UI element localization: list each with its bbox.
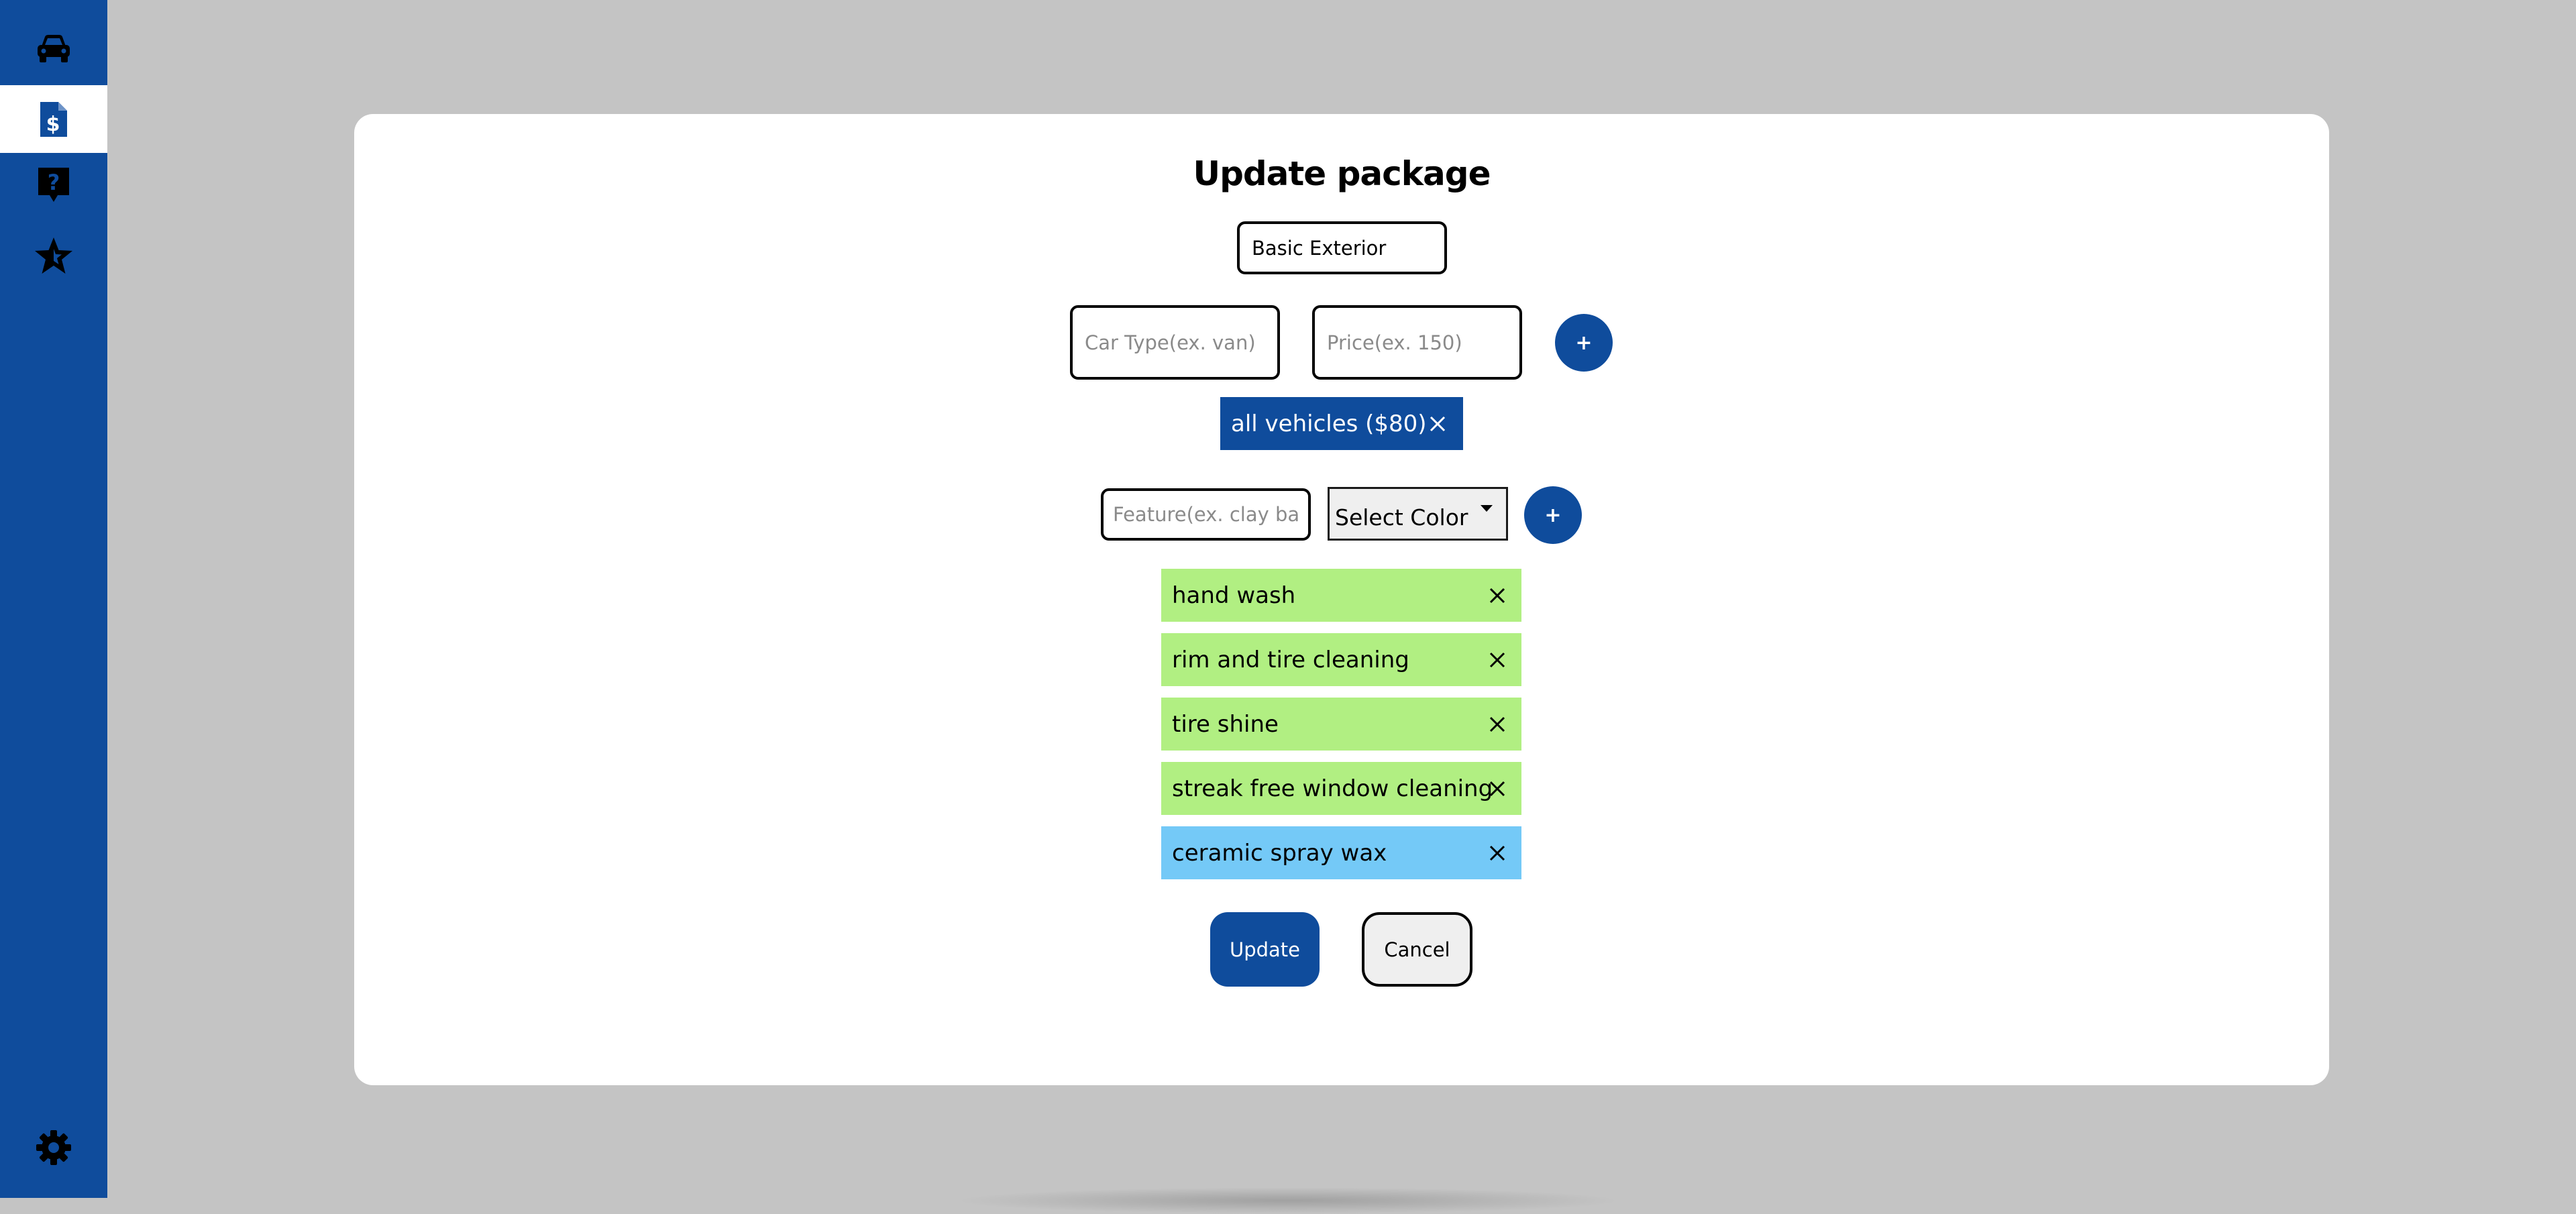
cancel-button[interactable]: Cancel	[1362, 912, 1472, 987]
feature-item: streak free window cleaning	[1161, 762, 1521, 815]
close-icon	[1489, 588, 1505, 604]
remove-feature-button[interactable]	[1484, 647, 1511, 673]
close-icon	[1430, 416, 1446, 432]
sidebar-item-reviews[interactable]	[0, 221, 107, 289]
add-price-button[interactable]: +	[1555, 314, 1613, 372]
help-icon: ?	[38, 167, 69, 202]
feature-label: tire shine	[1172, 710, 1279, 738]
car-icon	[38, 34, 70, 62]
add-feature-button[interactable]: +	[1524, 486, 1582, 544]
update-package-modal: Update package + all vehicles ($80) Sele…	[354, 114, 2329, 1085]
vehicle-price-label: all vehicles ($80)	[1231, 410, 1427, 437]
sidebar-item-settings[interactable]	[0, 1113, 107, 1181]
remove-vehicle-price-button[interactable]	[1424, 410, 1451, 437]
svg-text:$: $	[46, 113, 60, 136]
select-color-label: Select Color	[1335, 504, 1468, 531]
svg-text:?: ?	[48, 170, 60, 195]
sidebar-item-help[interactable]: ?	[0, 151, 107, 219]
feature-label: ceramic spray wax	[1172, 839, 1387, 867]
feature-item: hand wash	[1161, 569, 1521, 622]
update-button[interactable]: Update	[1210, 912, 1320, 987]
feature-input[interactable]	[1101, 488, 1311, 541]
close-icon	[1489, 845, 1505, 861]
price-input[interactable]	[1312, 305, 1522, 380]
gear-icon	[36, 1129, 71, 1165]
vehicle-price-chip: all vehicles ($80)	[1220, 397, 1463, 450]
background-shadow	[953, 1187, 1623, 1214]
sidebar-item-packages[interactable]: $	[0, 85, 107, 153]
feature-item: tire shine	[1161, 698, 1521, 751]
feature-label: rim and tire cleaning	[1172, 646, 1409, 673]
remove-feature-button[interactable]	[1484, 775, 1511, 802]
feature-label: streak free window cleaning	[1172, 775, 1493, 802]
page-title: Update package	[1193, 154, 1491, 193]
close-icon	[1489, 781, 1505, 797]
remove-feature-button[interactable]	[1484, 711, 1511, 738]
remove-feature-button[interactable]	[1484, 840, 1511, 867]
feature-item: rim and tire cleaning	[1161, 633, 1521, 686]
feature-label: hand wash	[1172, 582, 1296, 609]
remove-feature-button[interactable]	[1484, 582, 1511, 609]
select-color-dropdown[interactable]: Select Color	[1328, 487, 1508, 541]
sidebar-item-vehicles[interactable]	[0, 13, 107, 81]
package-name-input[interactable]	[1237, 221, 1447, 274]
close-icon	[1489, 652, 1505, 668]
chevron-down-icon	[1481, 505, 1493, 512]
sidebar: $ ?	[0, 0, 107, 1198]
close-icon	[1489, 716, 1505, 732]
price-document-icon: $	[40, 101, 67, 137]
feature-item: ceramic spray wax	[1161, 826, 1521, 879]
car-type-input[interactable]	[1070, 305, 1280, 380]
star-icon	[35, 237, 72, 274]
